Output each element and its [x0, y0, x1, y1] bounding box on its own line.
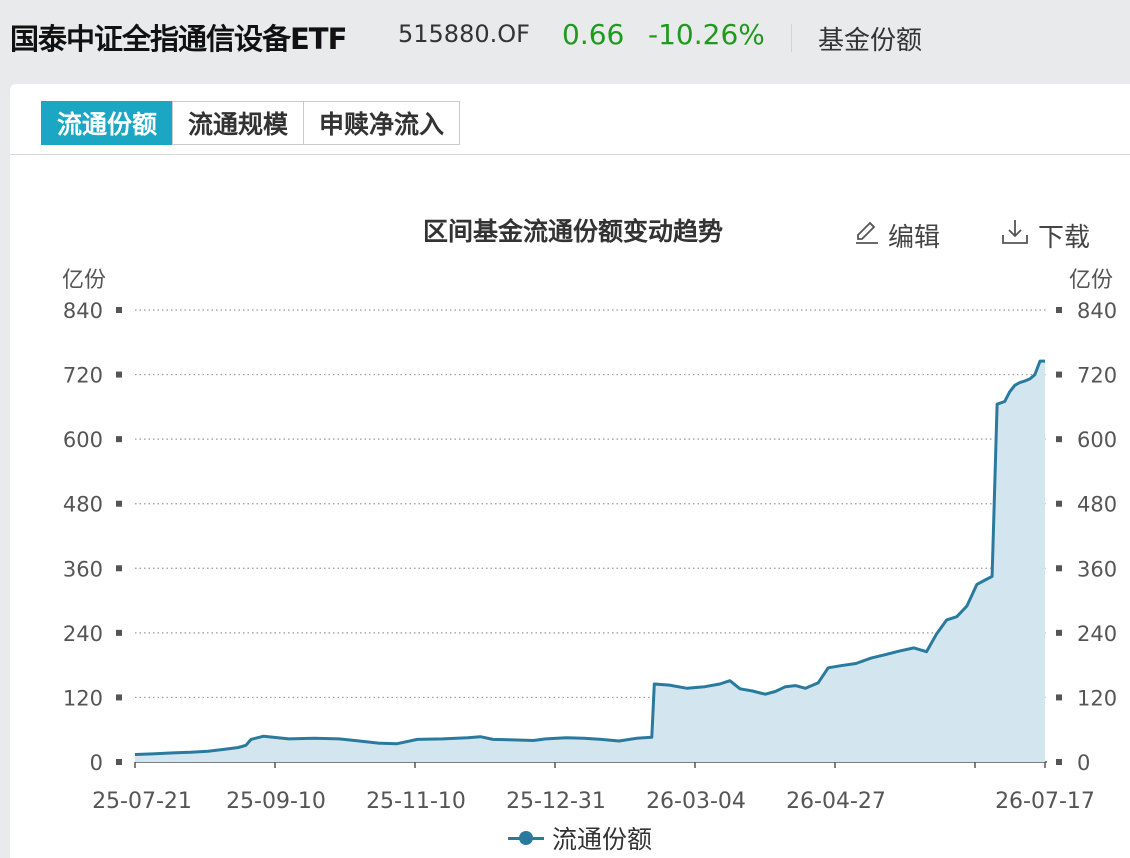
- fund-price: 0.66: [562, 18, 625, 51]
- y-tick-label-left: 600: [63, 428, 103, 452]
- x-tick-label: 26-03-04: [646, 789, 746, 814]
- y-tick-label-left: 720: [63, 364, 103, 388]
- chart-panel: 流通份额 流通规模 申赎净流入 区间基金流通份额变动趋势 编辑 下载 亿份 亿份…: [10, 84, 1130, 858]
- chart-legend[interactable]: 流通份额: [508, 820, 652, 856]
- y-tick-mark-right: [1056, 759, 1062, 765]
- y-tick-label-right: 720: [1077, 364, 1117, 388]
- y-tick-label-left: 240: [63, 622, 103, 646]
- y-tick-mark-right: [1056, 629, 1062, 636]
- y-tick-label-left: 120: [63, 686, 103, 710]
- y-tick-label-right: 840: [1077, 299, 1117, 323]
- series-area: [135, 361, 1045, 762]
- y-tick-label-right: 480: [1077, 493, 1117, 517]
- x-tick-label: 26-07-17: [995, 789, 1095, 814]
- x-tick-label: 25-07-21: [92, 789, 192, 814]
- x-tick-label: 25-11-10: [366, 789, 466, 814]
- fund-header: 国泰中证全指通信设备ETF 515880.OF 0.66 -10.26% 基金份…: [0, 0, 1130, 78]
- header-divider: [791, 24, 792, 52]
- y-tick-mark-left: [116, 500, 122, 507]
- y-tick-label-left: 480: [63, 493, 103, 517]
- y-tick-mark-right: [1056, 694, 1062, 701]
- y-tick-mark-right: [1056, 565, 1062, 572]
- fund-name: 国泰中证全指通信设备ETF: [10, 22, 347, 56]
- x-tick-label: 25-09-10: [226, 789, 326, 814]
- y-tick-mark-left: [116, 436, 122, 443]
- y-tick-mark-right: [1056, 500, 1062, 507]
- y-tick-mark-left: [116, 565, 122, 572]
- y-tick-label-right: 240: [1077, 622, 1117, 646]
- y-tick-mark-right: [1056, 371, 1062, 378]
- y-tick-mark-left: [116, 629, 122, 636]
- y-tick-mark-left: [116, 307, 122, 313]
- y-tick-mark-left: [116, 371, 122, 378]
- x-tick-label: 25-12-31: [506, 789, 606, 814]
- y-tick-mark-left: [116, 759, 122, 765]
- y-tick-label-left: 840: [63, 299, 103, 323]
- y-tick-label-right: 360: [1077, 557, 1117, 581]
- fund-change-percent: -10.26%: [648, 18, 765, 51]
- x-tick-label: 26-04-27: [786, 789, 886, 814]
- share-trend-chart: 0 0 120 120 240 240 360 360 480 480 600 600 720 720 84…: [63, 299, 1117, 814]
- y-tick-label-left: 360: [63, 557, 103, 581]
- fund-share-link[interactable]: 基金份额: [818, 20, 922, 57]
- legend-marker-icon: [508, 830, 544, 846]
- fund-code: 515880.OF: [398, 20, 530, 48]
- y-tick-label-left: 0: [90, 751, 103, 775]
- y-tick-label-right: 120: [1077, 686, 1117, 710]
- y-tick-label-right: 0: [1077, 751, 1090, 775]
- legend-label: 流通份额: [552, 825, 653, 854]
- y-tick-mark-right: [1056, 436, 1062, 443]
- y-tick-label-right: 600: [1077, 428, 1117, 452]
- y-tick-mark-right: [1056, 307, 1062, 313]
- y-tick-mark-left: [116, 694, 122, 701]
